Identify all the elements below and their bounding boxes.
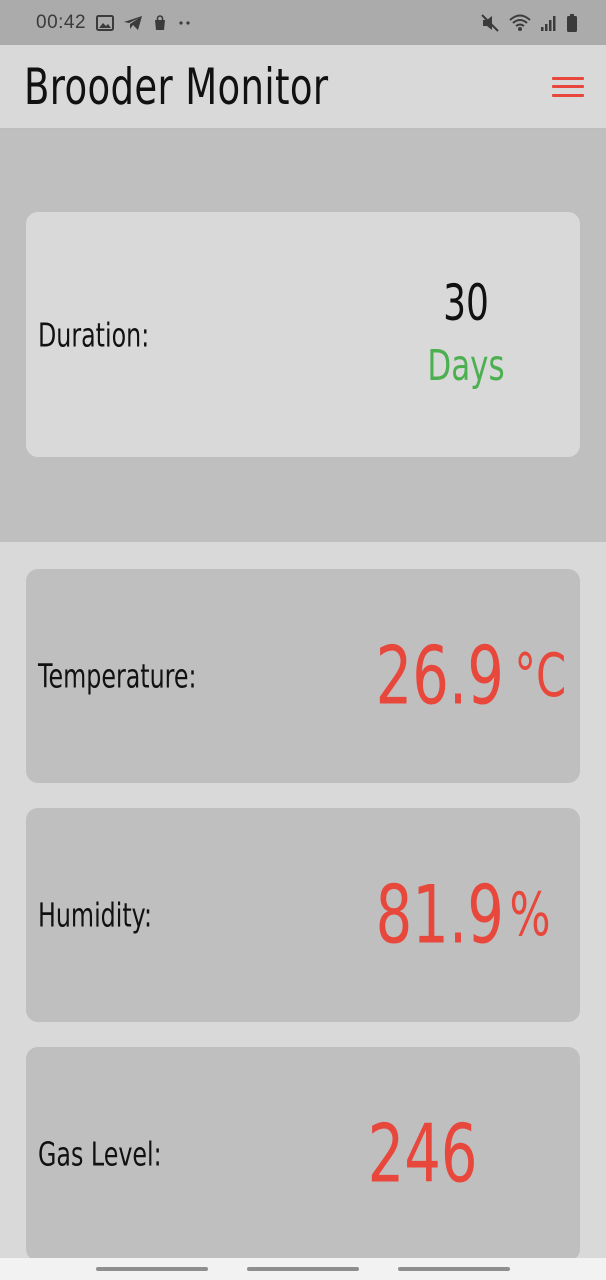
- wifi-icon: [508, 13, 532, 33]
- mute-icon: [480, 13, 500, 33]
- duration-value: 30: [443, 274, 489, 332]
- menu-line: [552, 93, 584, 97]
- telegram-icon: [123, 15, 143, 31]
- gas-level-value: 246: [367, 1107, 478, 1201]
- temperature-value: 26.9: [375, 629, 504, 723]
- menu-line: [552, 76, 584, 80]
- status-bar: 00:42: [0, 0, 606, 45]
- image-icon: [96, 14, 115, 31]
- gas-level-label: Gas Level:: [38, 1134, 162, 1174]
- humidity-unit: %: [509, 880, 551, 950]
- status-time: 00:42: [36, 11, 87, 33]
- status-left-icons: [96, 14, 193, 31]
- bag-icon: [152, 14, 168, 31]
- nav-back-button[interactable]: [398, 1267, 511, 1271]
- duration-card: Duration: 30 Days: [26, 212, 580, 457]
- battery-icon: [566, 13, 578, 33]
- temperature-unit: °C: [514, 641, 567, 711]
- humidity-value: 81.9: [375, 868, 504, 962]
- humidity-label: Humidity:: [38, 895, 153, 935]
- menu-line: [552, 85, 584, 88]
- nav-recents-button[interactable]: [95, 1267, 208, 1271]
- duration-unit: Days: [427, 341, 505, 391]
- signal-icon: [540, 14, 558, 32]
- temperature-card: Temperature: 26.9 °C: [26, 569, 580, 783]
- nav-home-button[interactable]: [246, 1267, 359, 1271]
- humidity-card: Humidity: 81.9 %: [26, 808, 580, 1022]
- hamburger-menu-icon[interactable]: [550, 72, 586, 102]
- duration-label: Duration:: [38, 315, 150, 354]
- app-bar: Brooder Monitor: [0, 45, 606, 129]
- system-nav-bar: [0, 1258, 606, 1280]
- gas-level-card: Gas Level: 246: [26, 1047, 580, 1261]
- status-right-icons: [480, 13, 578, 33]
- page-title: Brooder Monitor: [24, 57, 329, 116]
- more-dots-icon: [177, 15, 193, 31]
- duration-section: Duration: 30 Days: [0, 129, 606, 542]
- temperature-label: Temperature:: [38, 656, 197, 696]
